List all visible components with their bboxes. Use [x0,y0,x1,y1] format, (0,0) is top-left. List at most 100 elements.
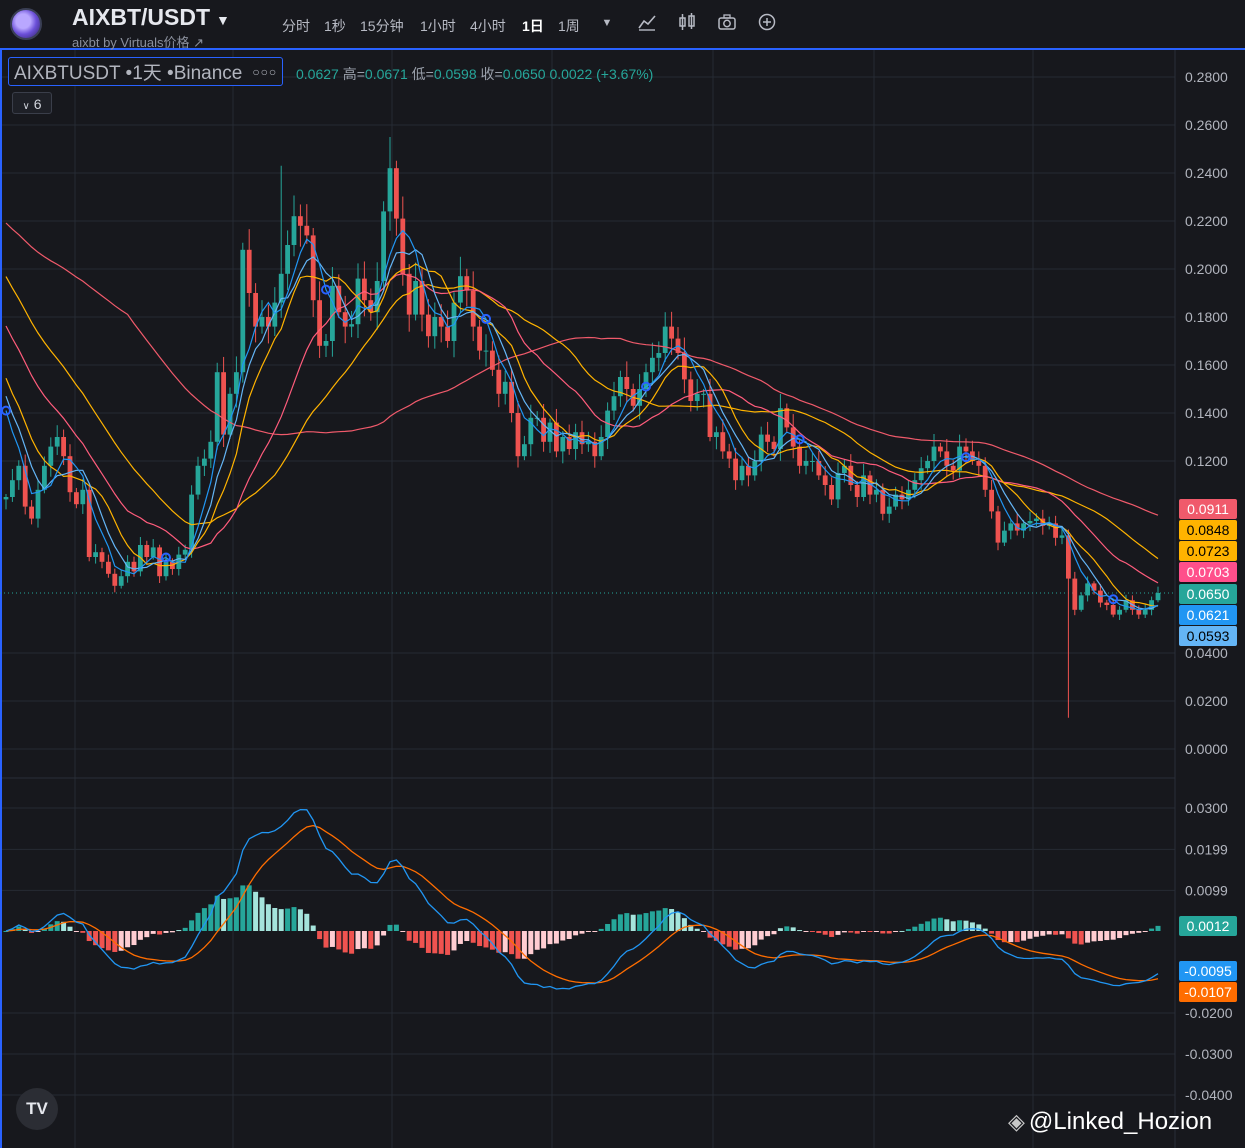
candle-body [1155,593,1161,601]
candle-type-icon[interactable] [676,12,698,34]
macd-hist-bar [726,931,732,947]
candle-body [240,249,246,373]
macd-hist-bar [937,917,943,931]
macd-hist-bar [131,931,137,946]
candle-body [733,458,738,481]
macd-hist-bar [681,918,687,931]
macd-hist-bar [1129,931,1135,934]
macd-hist-bar [1149,928,1155,931]
tf-15m[interactable]: 15分钟 [360,16,404,36]
candle-body [822,475,828,485]
add-plus-icon[interactable] [756,12,778,34]
tf-1w[interactable]: 1周 [558,16,580,36]
macd-hist-bar [899,930,905,932]
candle-body [48,446,54,466]
macd-hist-bar [1136,931,1142,933]
indicator-toggle[interactable]: ∨ 6 [12,92,52,114]
symbol-subtitle[interactable]: aixbt by Virtuals价格 ↗ [72,32,204,51]
tf-tick[interactable]: 分时 [282,16,310,36]
macd-line-badge: -0.0095 [1179,961,1237,981]
open-value: 0.0627 [296,66,339,82]
candle-body [701,393,706,395]
watermark-text: @Linked_Hozion [1028,1108,1213,1135]
candle-body [989,489,994,512]
tf-1h[interactable]: 1小时 [420,16,456,36]
candle-body [99,552,105,562]
candle-body [285,245,290,274]
camera-icon[interactable] [716,12,738,34]
price-tick-label: 0.2600 [1185,117,1228,133]
price-tick-label: 0.1800 [1185,309,1228,325]
candle-body [304,225,310,236]
macd-hist-bar [297,909,303,931]
price-tick-label: 0.2800 [1185,69,1228,85]
macd-hist-bar [1104,931,1110,941]
macd-hist-bar [406,931,412,941]
price-tick-label: 0.2000 [1185,261,1228,277]
candle-body [810,461,815,462]
candle-body [669,326,674,339]
macd-hist-bar [438,931,444,954]
legend-title: AIXBTUSDT •1天 •Binance [14,63,243,84]
macd-hist-bar [515,931,521,959]
candle-body [458,276,463,303]
more-options-icon[interactable]: ○○○ [252,65,277,79]
macd-hist-bar [1059,931,1065,935]
macd-hist-bar [553,931,559,944]
candle-body [112,573,118,586]
chart-legend[interactable]: AIXBTUSDT •1天 •Binance ○○○ [8,57,284,86]
candle-body [656,353,662,358]
tf-1d[interactable]: 1日 [522,16,544,36]
candle-body [35,489,41,519]
candle-body [432,317,438,337]
candle-body [950,465,956,471]
candle-body [202,458,207,466]
macd-hist-bar [425,931,431,953]
candle-body [131,561,137,572]
coin-logo-icon [10,8,42,40]
price-chart[interactable]: 0.2800 0.2600 0.2400 0.2200 0.2000 0.1800 0.16… [0,50,1245,1148]
macd-lines [5,808,1159,990]
macd-hist-bar [1110,931,1116,940]
signal-line-badge: -0.0107 [1179,982,1237,1002]
candle-body [106,561,111,574]
indicator-icon[interactable] [636,12,658,34]
high-value: 0.0671 [364,66,408,82]
macd-tick-label: 0.0099 [1185,882,1228,898]
timeframe-dropdown-icon[interactable]: ▼ [596,12,618,34]
indicator-count: 6 [33,96,42,112]
candle-body [195,465,201,495]
macd-hist-bar [150,931,156,934]
candle-body [624,377,630,389]
macd-hist-bar [861,931,867,932]
candle-body [1008,523,1014,531]
price-tick-label: 0.1600 [1185,357,1228,373]
macd-hist-bar [873,931,879,932]
candle-body [470,290,476,327]
tradingview-logo[interactable]: TV [16,1088,58,1130]
macd-hist-bar [400,931,406,932]
candle-body [854,485,860,497]
macd-hist-bar [886,931,892,934]
candle-body [1078,595,1084,610]
price-tick-label: 0.0400 [1185,645,1228,661]
macd-hist-bar [598,928,604,931]
macd-hist-bar [777,928,783,931]
macd-hist-bar [982,928,988,931]
candle-body [1117,609,1122,615]
candle-body [477,326,482,351]
macd-hist-bar [1078,931,1084,945]
macd-hist-bar [176,930,182,932]
tf-1s[interactable]: 1秒 [324,16,346,36]
tf-4h[interactable]: 4小时 [470,16,506,36]
macd-hist-bar [137,931,143,940]
macd-hist-bar [957,920,963,931]
candle-body [3,497,9,500]
macd-hist-bar [246,885,252,931]
macd-hist-bar [1123,931,1129,936]
candle-body [342,312,348,327]
ma-badge-2: 0.0848 [1179,520,1237,540]
macd-hist-bar [1097,931,1103,941]
candle-body [1002,530,1007,543]
symbol-selector[interactable]: AIXBT/USDT ▼ [72,4,230,31]
